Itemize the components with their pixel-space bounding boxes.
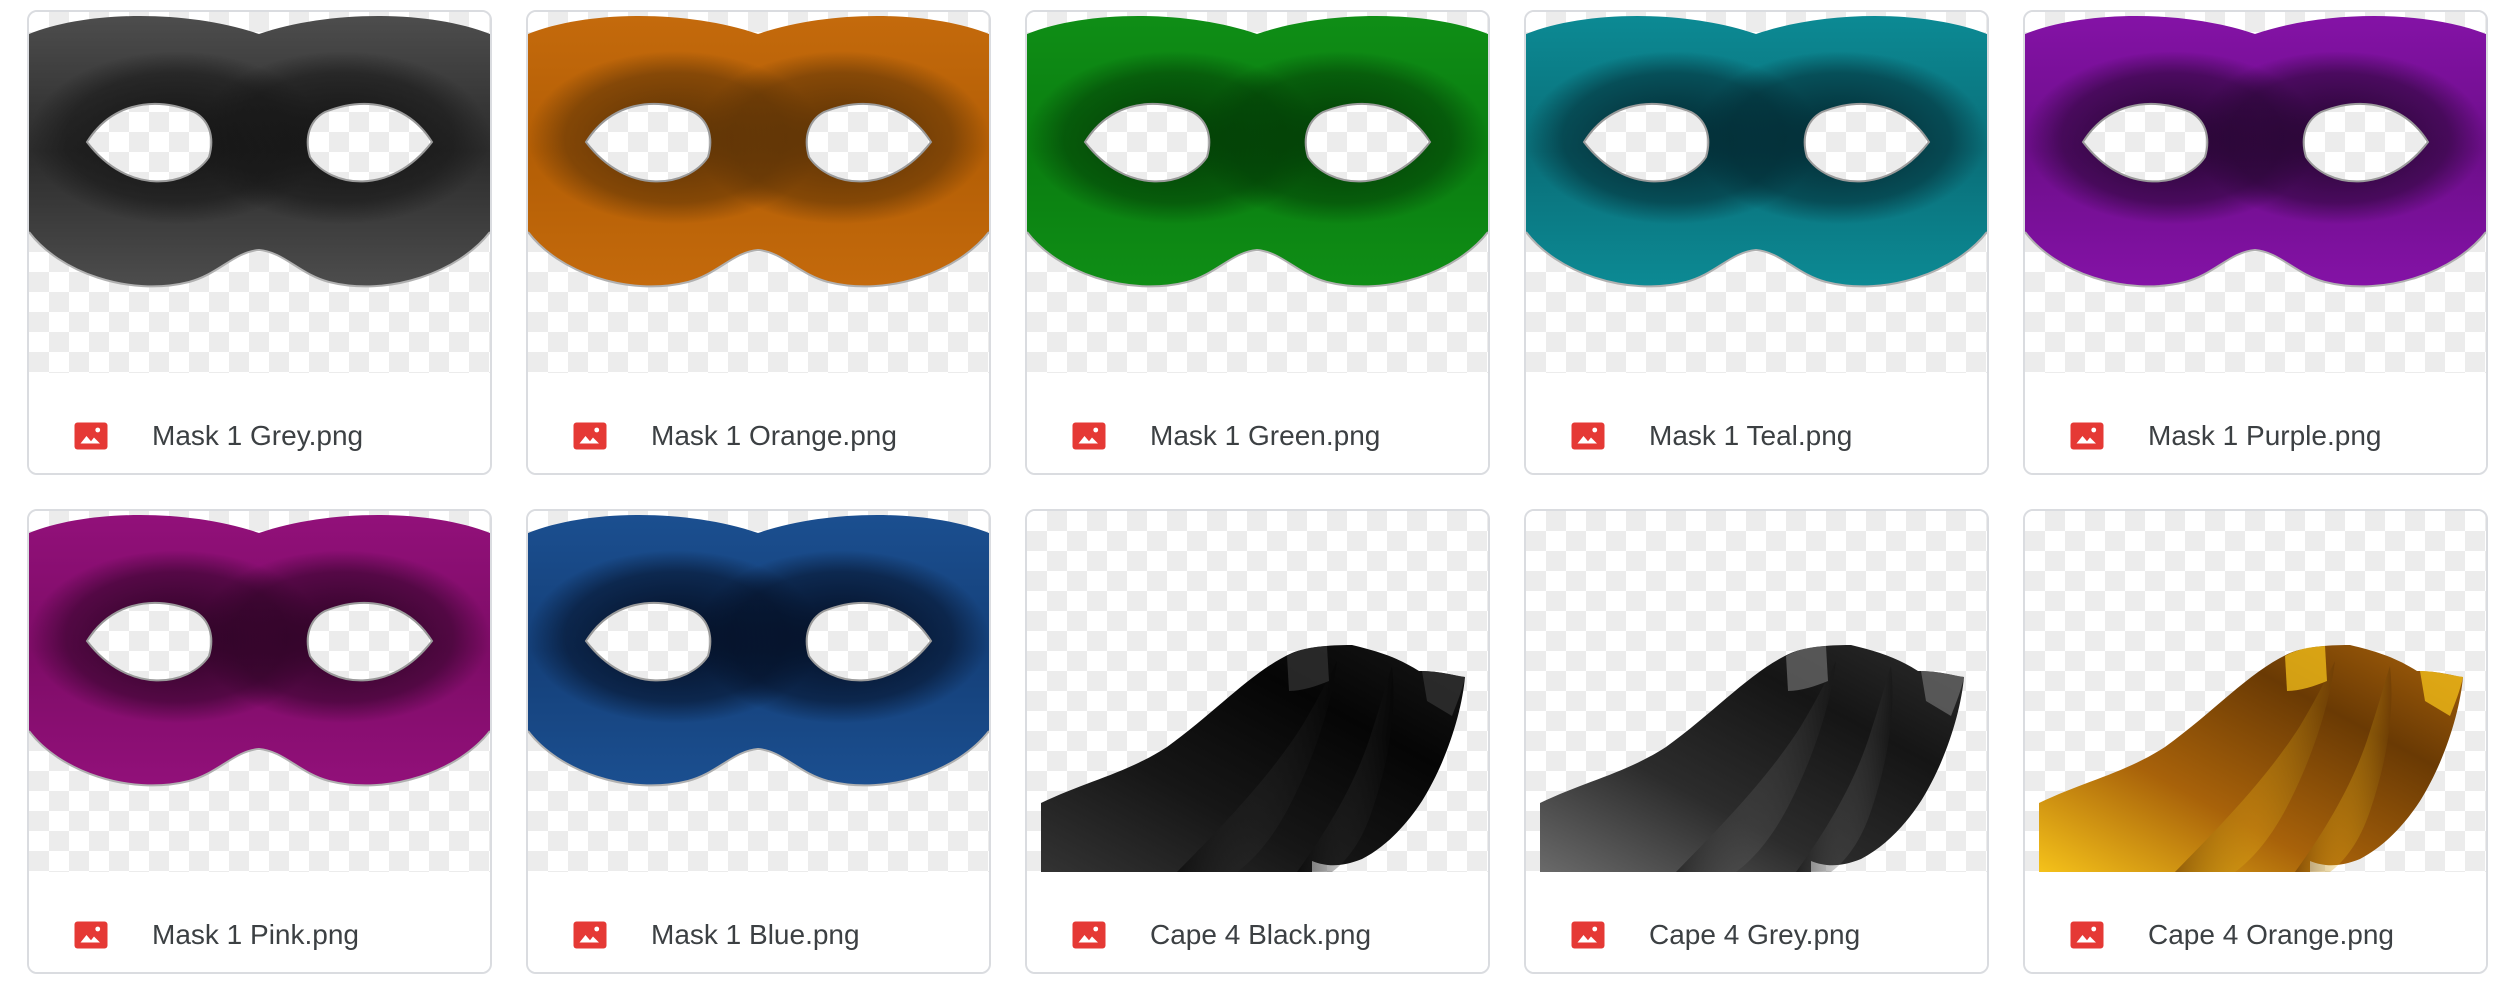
file-thumbnail [1027,12,1488,373]
file-grid: Mask 1 Grey.png Mask 1 Orange.png Mask 1… [0,0,2520,994]
file-card[interactable]: Mask 1 Grey.png [27,10,492,475]
file-footer: Mask 1 Purple.png [2025,373,2486,473]
file-thumbnail [1526,511,1987,872]
file-name: Cape 4 Black.png [1150,919,1372,950]
file-footer: Mask 1 Orange.png [528,373,989,473]
file-name: Cape 4 Grey.png [1649,919,1861,950]
file-card[interactable]: Mask 1 Green.png [1025,10,1490,475]
file-thumbnail [1526,12,1987,373]
file-thumbnail [29,12,490,373]
file-card[interactable]: Cape 4 Grey.png [1524,509,1989,974]
file-thumbnail [29,511,490,872]
image-file-icon [1072,422,1106,450]
file-card[interactable]: Mask 1 Blue.png [526,509,991,974]
image-file-icon [1571,422,1605,450]
image-file-icon [573,422,607,450]
file-card[interactable]: Mask 1 Teal.png [1524,10,1989,475]
cape-image [1041,645,1465,872]
file-card[interactable]: Cape 4 Orange.png [2023,509,2488,974]
file-footer: Cape 4 Orange.png [2025,872,2486,972]
mask-image [1526,16,1987,288]
file-name: Mask 1 Blue.png [651,919,860,950]
file-thumbnail [2025,511,2486,872]
file-thumbnail [2025,12,2486,373]
cape-image [1540,645,1964,872]
file-card[interactable]: Mask 1 Pink.png [27,509,492,974]
file-footer: Mask 1 Teal.png [1526,373,1987,473]
file-name: Mask 1 Orange.png [651,420,897,451]
image-file-icon [74,921,108,949]
image-file-icon [1571,921,1605,949]
file-thumbnail [528,511,989,872]
file-name: Cape 4 Orange.png [2148,919,2394,950]
file-name: Mask 1 Purple.png [2148,420,2382,451]
file-footer: Mask 1 Green.png [1027,373,1488,473]
file-footer: Mask 1 Grey.png [29,373,490,473]
image-file-icon [2070,422,2104,450]
file-name: Mask 1 Teal.png [1649,420,1853,451]
file-thumbnail [528,12,989,373]
file-footer: Cape 4 Black.png [1027,872,1488,972]
file-card[interactable]: Cape 4 Black.png [1025,509,1490,974]
image-file-icon [1072,921,1106,949]
mask-image [1027,16,1488,288]
mask-image [2025,16,2486,288]
file-name: Mask 1 Green.png [1150,420,1381,451]
cape-image [2039,645,2463,872]
file-card[interactable]: Mask 1 Purple.png [2023,10,2488,475]
image-file-icon [2070,921,2104,949]
file-name: Mask 1 Grey.png [152,420,364,451]
file-footer: Mask 1 Pink.png [29,872,490,972]
file-footer: Cape 4 Grey.png [1526,872,1987,972]
mask-image [528,16,989,288]
mask-image [528,515,989,787]
file-card[interactable]: Mask 1 Orange.png [526,10,991,475]
file-footer: Mask 1 Blue.png [528,872,989,972]
mask-image [29,515,490,787]
file-thumbnail [1027,511,1488,872]
image-file-icon [74,422,108,450]
mask-image [29,16,490,288]
file-name: Mask 1 Pink.png [152,919,359,950]
image-file-icon [573,921,607,949]
